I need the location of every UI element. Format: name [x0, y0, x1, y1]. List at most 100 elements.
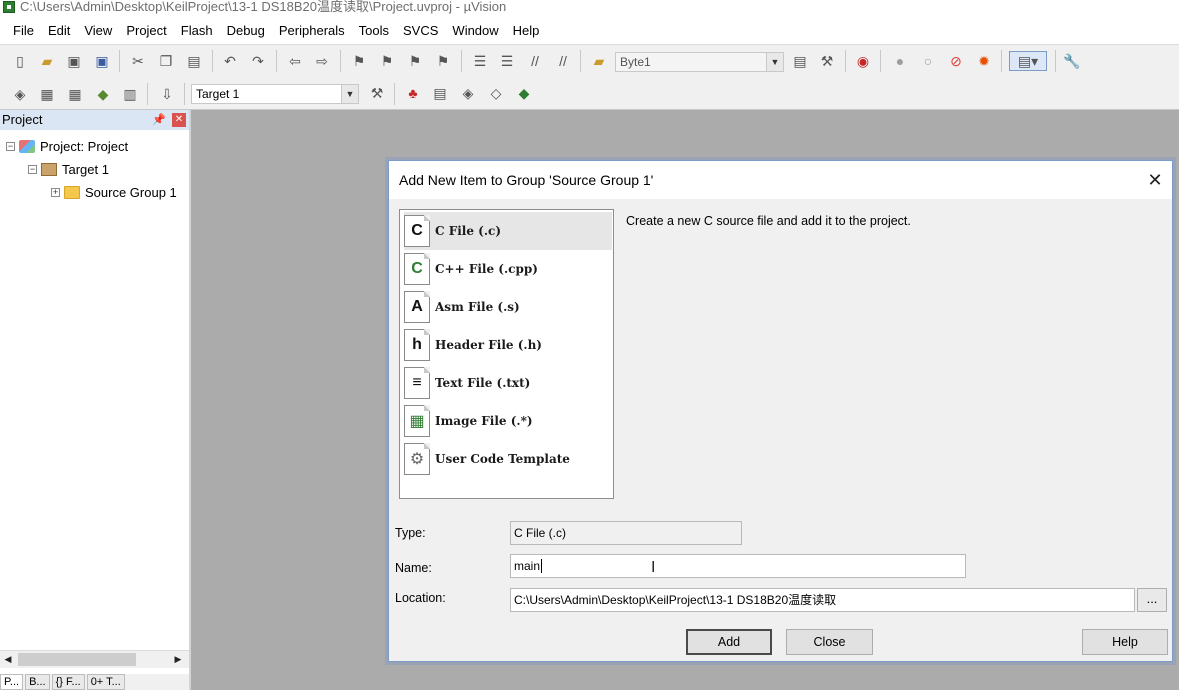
- browse-button[interactable]: ...: [1137, 588, 1167, 612]
- find-combo[interactable]: Byte1 ▼: [615, 52, 784, 72]
- list-item-user-code-template[interactable]: ⚙ User Code Template: [404, 440, 612, 478]
- collapse-icon[interactable]: −: [6, 141, 15, 151]
- bookmark-clear-icon[interactable]: ⚑: [433, 51, 453, 71]
- help-button[interactable]: Help: [1082, 629, 1168, 655]
- chevron-down-icon[interactable]: ▼: [341, 85, 358, 103]
- navigate-back-icon[interactable]: ⇦: [285, 51, 305, 71]
- menu-debug[interactable]: Debug: [220, 18, 272, 44]
- list-item-label: C++ File (.cpp): [435, 262, 538, 276]
- debug-session-icon[interactable]: ◉: [853, 51, 873, 71]
- scroll-right-icon[interactable]: ▶: [171, 653, 185, 666]
- item-description: Create a new C source file and add it to…: [626, 214, 911, 228]
- copy-icon[interactable]: ❐: [156, 51, 176, 71]
- chevron-down-icon[interactable]: ▼: [766, 53, 783, 71]
- tab-project[interactable]: P...: [0, 674, 24, 690]
- target-options-icon[interactable]: ⚒: [367, 83, 387, 103]
- breakpoint-kill-all-icon[interactable]: ✹: [974, 51, 994, 71]
- menu-peripherals[interactable]: Peripherals: [272, 18, 352, 44]
- menu-window[interactable]: Window: [445, 18, 505, 44]
- menu-edit[interactable]: Edit: [41, 18, 77, 44]
- menu-view[interactable]: View: [77, 18, 119, 44]
- add-button[interactable]: Add: [686, 629, 772, 655]
- name-input[interactable]: main: [510, 554, 966, 578]
- window-layout-icon[interactable]: ▤▾: [1009, 51, 1047, 71]
- list-item-header-file[interactable]: h Header File (.h): [404, 326, 612, 364]
- close-icon[interactable]: ✕: [172, 113, 186, 127]
- toolbar-separator: [276, 50, 277, 72]
- file-toolbar: ▯ ▰ ▣ ▣ ✂ ❐ ▤ ↶ ↷ ⇦ ⇨ ⚑ ⚑ ⚑ ⚑ ☰ ☰ // // …: [0, 44, 1179, 78]
- indent-icon[interactable]: ☰: [470, 51, 490, 71]
- incremental-find-icon[interactable]: ⚒: [817, 51, 837, 71]
- bookmark-next-icon[interactable]: ⚑: [405, 51, 425, 71]
- new-file-icon[interactable]: ▯: [10, 51, 30, 71]
- breakpoint-disable-all-icon[interactable]: ⊘: [946, 51, 966, 71]
- paste-icon[interactable]: ▤: [184, 51, 204, 71]
- horizontal-scrollbar[interactable]: ◀ ▶: [0, 650, 189, 668]
- toolbar-separator: [461, 50, 462, 72]
- gear-icon: ⚙: [404, 443, 430, 475]
- comment-icon[interactable]: //: [525, 51, 545, 71]
- location-input[interactable]: C:\Users\Admin\Desktop\KeilProject\13-1 …: [510, 588, 1135, 612]
- toolbar-separator: [340, 50, 341, 72]
- batch-build-icon[interactable]: ◆: [93, 84, 113, 104]
- run-time-environment-icon[interactable]: ◆: [514, 83, 534, 103]
- save-icon[interactable]: ▣: [64, 51, 84, 71]
- rebuild-icon[interactable]: ▦: [65, 84, 85, 104]
- cut-icon[interactable]: ✂: [128, 51, 148, 71]
- c-file-icon: C: [404, 215, 430, 247]
- undo-icon[interactable]: ↶: [220, 51, 240, 71]
- open-file-icon[interactable]: ▰: [37, 51, 57, 71]
- scroll-left-icon[interactable]: ◀: [1, 653, 15, 666]
- navigate-forward-icon[interactable]: ⇨: [312, 51, 332, 71]
- configure-icon[interactable]: 🔧: [1062, 51, 1082, 71]
- menu-flash[interactable]: Flash: [174, 18, 220, 44]
- close-icon[interactable]: ✕: [1145, 170, 1165, 190]
- pin-icon[interactable]: 📌: [152, 113, 166, 127]
- pane-tab-strip: P... B... {} F... 0+ T...: [0, 674, 189, 690]
- tab-functions[interactable]: {} F...: [51, 674, 85, 690]
- tab-templates[interactable]: 0+ T...: [86, 674, 125, 690]
- list-item-text-file[interactable]: ≡ Text File (.txt): [404, 364, 612, 402]
- menu-project[interactable]: Project: [119, 18, 173, 44]
- manage-components-icon[interactable]: ▤: [430, 83, 450, 103]
- tree-node-target[interactable]: − Target 1: [28, 159, 109, 179]
- target-folder-icon: [41, 162, 57, 176]
- list-item-c-file[interactable]: C C File (.c): [404, 212, 612, 250]
- target-combo[interactable]: Target 1 ▼: [191, 84, 359, 104]
- pack-installer-icon[interactable]: ◇: [486, 83, 506, 103]
- redo-icon[interactable]: ↷: [248, 51, 268, 71]
- toolbar-separator: [580, 50, 581, 72]
- tree-node-source-group[interactable]: + Source Group 1: [51, 182, 177, 202]
- find-in-files-icon[interactable]: ▰: [589, 51, 609, 71]
- collapse-icon[interactable]: −: [28, 164, 37, 174]
- bookmark-prev-icon[interactable]: ⚑: [377, 51, 397, 71]
- unindent-icon[interactable]: ☰: [497, 51, 517, 71]
- close-button[interactable]: Close: [786, 629, 873, 655]
- stop-build-icon[interactable]: ▥: [120, 84, 140, 104]
- type-value: C File (.c): [514, 526, 566, 540]
- menu-tools[interactable]: Tools: [352, 18, 396, 44]
- bookmark-toggle-icon[interactable]: ⚑: [349, 51, 369, 71]
- menu-file[interactable]: File: [6, 18, 41, 44]
- translate-icon[interactable]: ◈: [10, 84, 30, 104]
- list-item-cpp-file[interactable]: C C++ File (.cpp): [404, 250, 612, 288]
- tree-node-project[interactable]: − Project: Project: [6, 136, 128, 156]
- file-extensions-icon[interactable]: ♣: [403, 83, 423, 103]
- find-icon[interactable]: ▤: [790, 51, 810, 71]
- add-new-item-dialog: Add New Item to Group 'Source Group 1' ✕…: [388, 160, 1173, 662]
- build-icon[interactable]: ▦: [37, 84, 57, 104]
- breakpoint-insert-icon[interactable]: ●: [890, 51, 910, 71]
- list-item-asm-file[interactable]: A Asm File (.s): [404, 288, 612, 326]
- expand-icon[interactable]: +: [51, 187, 60, 197]
- uncomment-icon[interactable]: //: [553, 51, 573, 71]
- menu-svcs[interactable]: SVCS: [396, 18, 445, 44]
- list-item-image-file[interactable]: ▦ Image File (.*): [404, 402, 612, 440]
- select-packs-icon[interactable]: ◈: [458, 83, 478, 103]
- download-icon[interactable]: ⇩: [157, 84, 177, 104]
- menu-help[interactable]: Help: [506, 18, 547, 44]
- project-icon: [19, 139, 35, 153]
- scrollbar-thumb[interactable]: [18, 653, 136, 666]
- breakpoint-disable-icon[interactable]: ○: [918, 51, 938, 71]
- tab-books[interactable]: B...: [25, 674, 50, 690]
- save-all-icon[interactable]: ▣: [92, 51, 112, 71]
